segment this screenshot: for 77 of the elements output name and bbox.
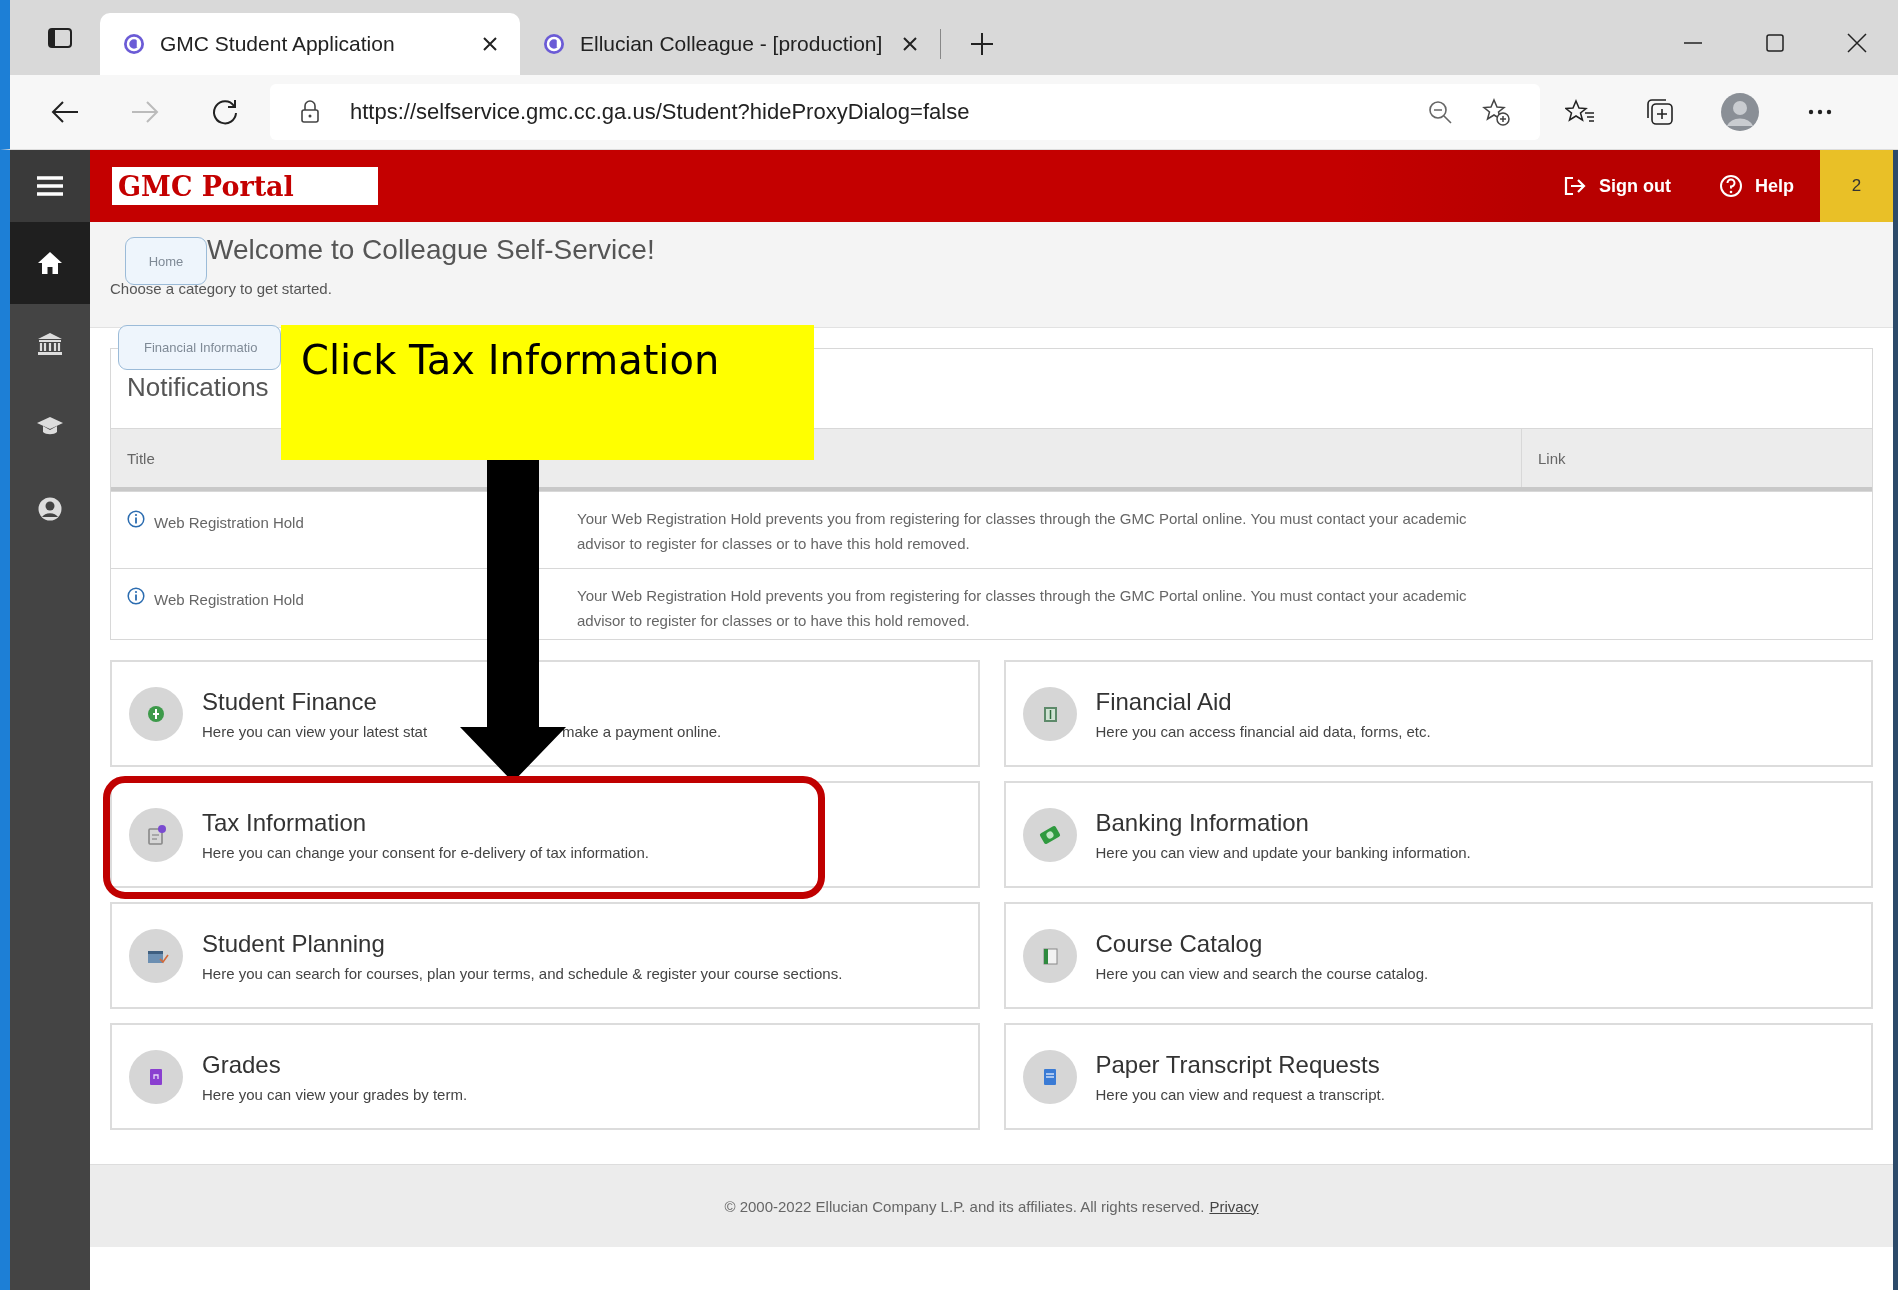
card-title: Student Planning [202, 929, 386, 958]
sign-out-link[interactable]: Sign out [1563, 175, 1671, 197]
avatar-icon[interactable] [1720, 92, 1760, 132]
browser-tab[interactable]: Ellucian Colleague - [production] [520, 13, 940, 75]
home-icon [37, 250, 63, 276]
privacy-link[interactable]: Privacy [1209, 1197, 1259, 1215]
maximize-icon[interactable] [1764, 32, 1786, 54]
tab-actions-icon[interactable] [47, 26, 73, 49]
star-add-icon[interactable] [1482, 98, 1510, 126]
card-title: Paper Transcript Requests [1095, 1050, 1381, 1079]
table-cell: Your Web Registration Hold prevents you from registering for classes through the GMC Portal online. You must contact your academic advisor to register for classes or to have this hold removed. [577, 510, 1467, 552]
card-title: Financial Aid [1095, 687, 1233, 716]
info-icon [127, 587, 145, 605]
card-title: Tax Information [202, 808, 368, 837]
info-icon [127, 510, 145, 528]
book-icon [1021, 927, 1078, 984]
help-link[interactable]: Help [1719, 174, 1794, 198]
collections-icon[interactable] [1646, 98, 1674, 126]
site-icon [542, 32, 566, 56]
bank-icon [37, 332, 63, 358]
category-card[interactable]: Student Planning Here you can search for courses, plan your terms, and schedule & register your course sections. [110, 902, 980, 1009]
card-title: Grades [202, 1050, 282, 1079]
more-icon[interactable] [1807, 108, 1833, 116]
card-title: Student Finance [202, 687, 378, 716]
close-icon[interactable] [1846, 32, 1868, 54]
sidebar-item[interactable] [10, 222, 90, 304]
user-icon [37, 496, 63, 522]
table-cell: Your Web Registration Hold prevents you from registering for classes through the GMC Portal online. You must contact your academic advisor to register for classes or to have this hold removed. [577, 587, 1467, 629]
document-icon [128, 806, 184, 863]
banknote-icon [1021, 806, 1078, 863]
sign-out-icon [1563, 175, 1587, 197]
coin-icon [128, 685, 184, 742]
zoom-out-icon[interactable] [1428, 100, 1452, 124]
new-tab-icon[interactable] [970, 32, 994, 56]
card-description: Here you can view and update your banking information. [1095, 843, 1471, 861]
category-card[interactable]: Student Finance Here you can view your latest stat make a payment online. [110, 660, 980, 767]
help-icon [1719, 174, 1743, 198]
card-description: make a payment online. [562, 722, 722, 740]
category-card[interactable]: Tax Information Here you can change your consent for e-delivery of tax information. [110, 781, 980, 888]
callout-note: Click Tax Information [281, 325, 814, 460]
category-card[interactable]: Financial Aid Here you can access financial aid data, forms, etc. [1003, 660, 1873, 767]
card-title: Course Catalog [1095, 929, 1264, 958]
close-icon[interactable] [482, 36, 498, 52]
copyright-text: © 2000-2022 Ellucian Company L.P. and its affiliates. All rights reserved. [724, 1197, 1205, 1215]
menu-icon [36, 175, 64, 197]
column-header: Link [1521, 429, 1872, 487]
category-card[interactable]: Grades Here you can view your grades by term. [110, 1023, 980, 1130]
category-card[interactable]: Paper Transcript Requests Here you can view and request a transcript. [1003, 1023, 1873, 1130]
card-description: Here you can view your latest stat [202, 722, 429, 740]
panel-title: Notifications [127, 372, 269, 402]
table-cell-text: Web Registration Hold [154, 590, 304, 610]
category-card[interactable]: Course Catalog Here you can view and search the course catalog. [1003, 902, 1873, 1009]
site-icon [122, 32, 146, 56]
card-description: Here you can view and search the course catalog. [1095, 964, 1429, 982]
portal-logo: GMC Portal [118, 170, 294, 202]
column-header: Title [126, 449, 156, 467]
address-field[interactable]: https://selfservice.gmc.cc.ga.us/Student?hideProxyDialog=false [270, 84, 1540, 140]
card-description: Here you can search for courses, plan your terms, and schedule & register your course sections. [202, 964, 843, 982]
menu-button[interactable] [10, 150, 90, 222]
category-card[interactable]: Banking Information Here you can view and update your banking information. [1003, 781, 1873, 888]
money-document-icon [1021, 685, 1078, 742]
back-arrow-icon[interactable] [50, 99, 80, 125]
report-icon [128, 1048, 184, 1105]
card-description: Here you can view your grades by term. [202, 1085, 468, 1103]
close-icon[interactable] [902, 36, 918, 52]
card-description: Here you can change your consent for e-delivery of tax information. [202, 843, 649, 861]
calendar-icon [128, 927, 184, 984]
page-heading: Welcome to Colleague Self-Service! [207, 234, 656, 266]
lock-icon [300, 100, 320, 124]
card-title: Banking Information [1095, 808, 1310, 837]
notification-count[interactable]: 2 [1820, 150, 1893, 222]
browser-tab[interactable]: GMC Student Application [100, 13, 520, 75]
table-cell-text: Web Registration Hold [154, 513, 304, 533]
reload-icon[interactable] [211, 98, 239, 126]
transcript-icon [1021, 1048, 1078, 1105]
card-description: Here you can view and request a transcript. [1095, 1085, 1385, 1103]
card-description: Here you can access financial aid data, forms, etc. [1095, 722, 1431, 740]
